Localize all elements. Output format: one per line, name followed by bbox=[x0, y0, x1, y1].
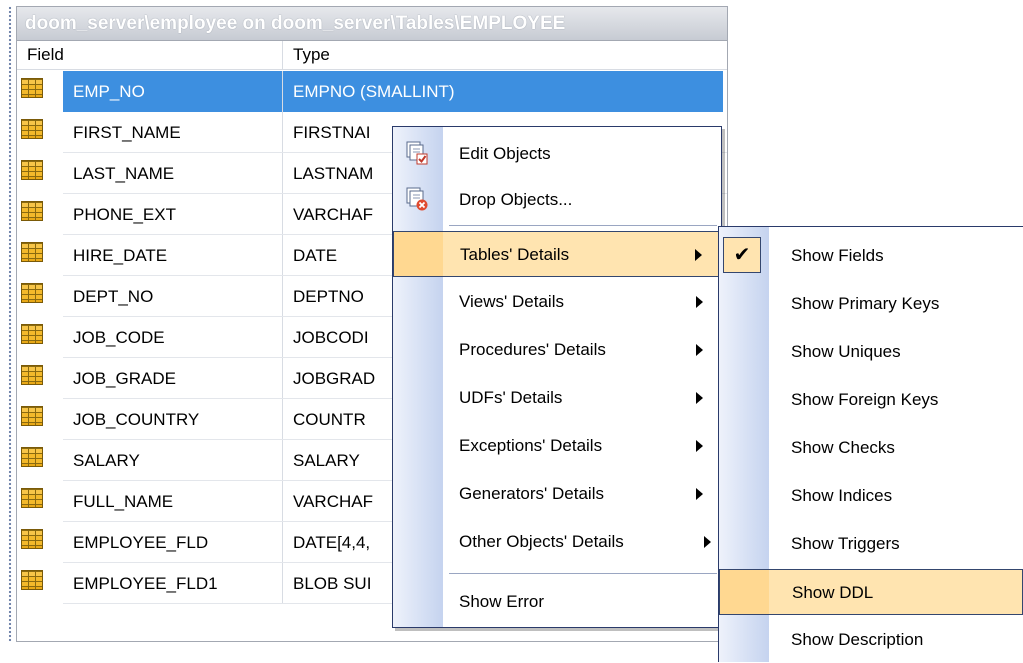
submenu-arrow-icon bbox=[695, 249, 702, 261]
submenu-arrow-icon bbox=[704, 536, 711, 548]
context-menu: Edit Objects Drop Objects... Tables' Det… bbox=[392, 126, 722, 628]
menu-item-udfs-details[interactable]: UDFs' Details bbox=[393, 375, 721, 421]
submenu-item-show-ddl[interactable]: Show DDL bbox=[719, 569, 1023, 615]
submenu-item-label: Show Primary Keys bbox=[791, 294, 940, 313]
checkmark-icon: ✔ bbox=[723, 237, 761, 273]
field-name: EMP_NO bbox=[63, 71, 283, 112]
submenu-arrow-icon bbox=[696, 344, 703, 356]
drop-objects-icon bbox=[406, 187, 428, 211]
menu-item-label: Views' Details bbox=[459, 292, 564, 311]
field-name: SALARY bbox=[63, 440, 283, 481]
menu-item-label: Exceptions' Details bbox=[459, 436, 603, 455]
table-field-icon bbox=[21, 201, 43, 221]
field-name: JOB_CODE bbox=[63, 317, 283, 358]
table-field-icon bbox=[21, 570, 43, 590]
submenu-arrow-icon bbox=[696, 488, 703, 500]
submenu-item-label: Show Fields bbox=[791, 246, 884, 265]
table-field-icon bbox=[21, 160, 43, 180]
field-name: JOB_GRADE bbox=[63, 358, 283, 399]
panel-title: doom_server\employee on doom_server\Tabl… bbox=[17, 7, 727, 41]
menu-item-drop-objects[interactable]: Drop Objects... bbox=[393, 177, 721, 223]
menu-item-generators-details[interactable]: Generators' Details bbox=[393, 471, 721, 517]
field-name: FULL_NAME bbox=[63, 481, 283, 522]
column-header-field[interactable]: Field bbox=[17, 41, 283, 69]
submenu-arrow-icon bbox=[696, 440, 703, 452]
submenu-arrow-icon bbox=[696, 392, 703, 404]
submenu-item-label: Show Checks bbox=[791, 438, 895, 457]
submenu-item-label: Show Indices bbox=[791, 486, 893, 505]
menu-item-label: Procedures' Details bbox=[459, 340, 606, 359]
table-field-icon bbox=[21, 78, 43, 98]
menu-item-edit-objects[interactable]: Edit Objects bbox=[393, 131, 721, 177]
field-name: DEPT_NO bbox=[63, 276, 283, 317]
field-name: LAST_NAME bbox=[63, 153, 283, 194]
table-field-icon bbox=[21, 488, 43, 508]
field-type: EMPNO (SMALLINT) bbox=[283, 71, 723, 112]
submenu-item-show-foreign-keys[interactable]: Show Foreign Keys bbox=[719, 377, 1023, 423]
edit-objects-icon bbox=[406, 141, 428, 165]
submenu-item-show-indices[interactable]: Show Indices bbox=[719, 473, 1023, 519]
field-name: HIRE_DATE bbox=[63, 235, 283, 276]
menu-item-tables-details[interactable]: Tables' Details bbox=[393, 231, 721, 277]
menu-item-label: Tables' Details bbox=[460, 245, 570, 264]
menu-separator bbox=[449, 225, 717, 226]
field-name: PHONE_EXT bbox=[63, 194, 283, 235]
column-header-type[interactable]: Type bbox=[283, 41, 723, 69]
submenu-item-show-uniques[interactable]: Show Uniques bbox=[719, 329, 1023, 375]
menu-item-label: UDFs' Details bbox=[459, 388, 563, 407]
table-field-icon bbox=[21, 324, 43, 344]
field-name: EMPLOYEE_FLD1 bbox=[63, 563, 283, 604]
submenu-item-show-checks[interactable]: Show Checks bbox=[719, 425, 1023, 471]
table-field-icon bbox=[21, 283, 43, 303]
submenu-item-show-primary-keys[interactable]: Show Primary Keys bbox=[719, 281, 1023, 327]
table-field-icon bbox=[21, 242, 43, 262]
menu-item-procedures-details[interactable]: Procedures' Details bbox=[393, 327, 721, 373]
field-name: EMPLOYEE_FLD bbox=[63, 522, 283, 563]
menu-item-other-objects-details[interactable]: Other Objects' Details bbox=[393, 519, 721, 565]
menu-item-exceptions-details[interactable]: Exceptions' Details bbox=[393, 423, 721, 469]
submenu-item-show-triggers[interactable]: Show Triggers bbox=[719, 521, 1023, 567]
header-divider bbox=[17, 69, 727, 70]
table-field-icon bbox=[21, 529, 43, 549]
menu-item-label: Other Objects' Details bbox=[459, 532, 624, 551]
menu-item-label: Generators' Details bbox=[459, 484, 604, 503]
menu-item-label: Show Error bbox=[459, 592, 545, 611]
submenu-item-label: Show DDL bbox=[792, 583, 874, 602]
menu-separator bbox=[449, 573, 717, 574]
field-name: FIRST_NAME bbox=[63, 112, 283, 153]
field-name: JOB_COUNTRY bbox=[63, 399, 283, 440]
submenu-arrow-icon bbox=[696, 296, 703, 308]
menu-item-views-details[interactable]: Views' Details bbox=[393, 279, 721, 325]
panel-grip[interactable] bbox=[8, 6, 12, 642]
submenu-item-label: Show Foreign Keys bbox=[791, 390, 939, 409]
table-field-icon bbox=[21, 406, 43, 426]
tables-details-submenu: ✔ Show Fields Show Primary Keys Show Uni… bbox=[718, 226, 1023, 662]
submenu-item-label: Show Uniques bbox=[791, 342, 901, 361]
table-field-icon bbox=[21, 119, 43, 139]
menu-item-label: Drop Objects... bbox=[459, 190, 573, 209]
submenu-item-show-description[interactable]: Show Description bbox=[719, 617, 1023, 663]
menu-item-show-error[interactable]: Show Error bbox=[393, 579, 721, 625]
table-field-icon bbox=[21, 447, 43, 467]
table-field-icon bbox=[21, 365, 43, 385]
menu-item-label: Edit Objects bbox=[459, 144, 551, 163]
table-row[interactable]: EMP_NO EMPNO (SMALLINT) bbox=[17, 71, 727, 112]
submenu-item-label: Show Description bbox=[791, 630, 924, 649]
submenu-item-label: Show Triggers bbox=[791, 534, 900, 553]
submenu-item-show-fields[interactable]: ✔ Show Fields bbox=[719, 233, 1023, 279]
